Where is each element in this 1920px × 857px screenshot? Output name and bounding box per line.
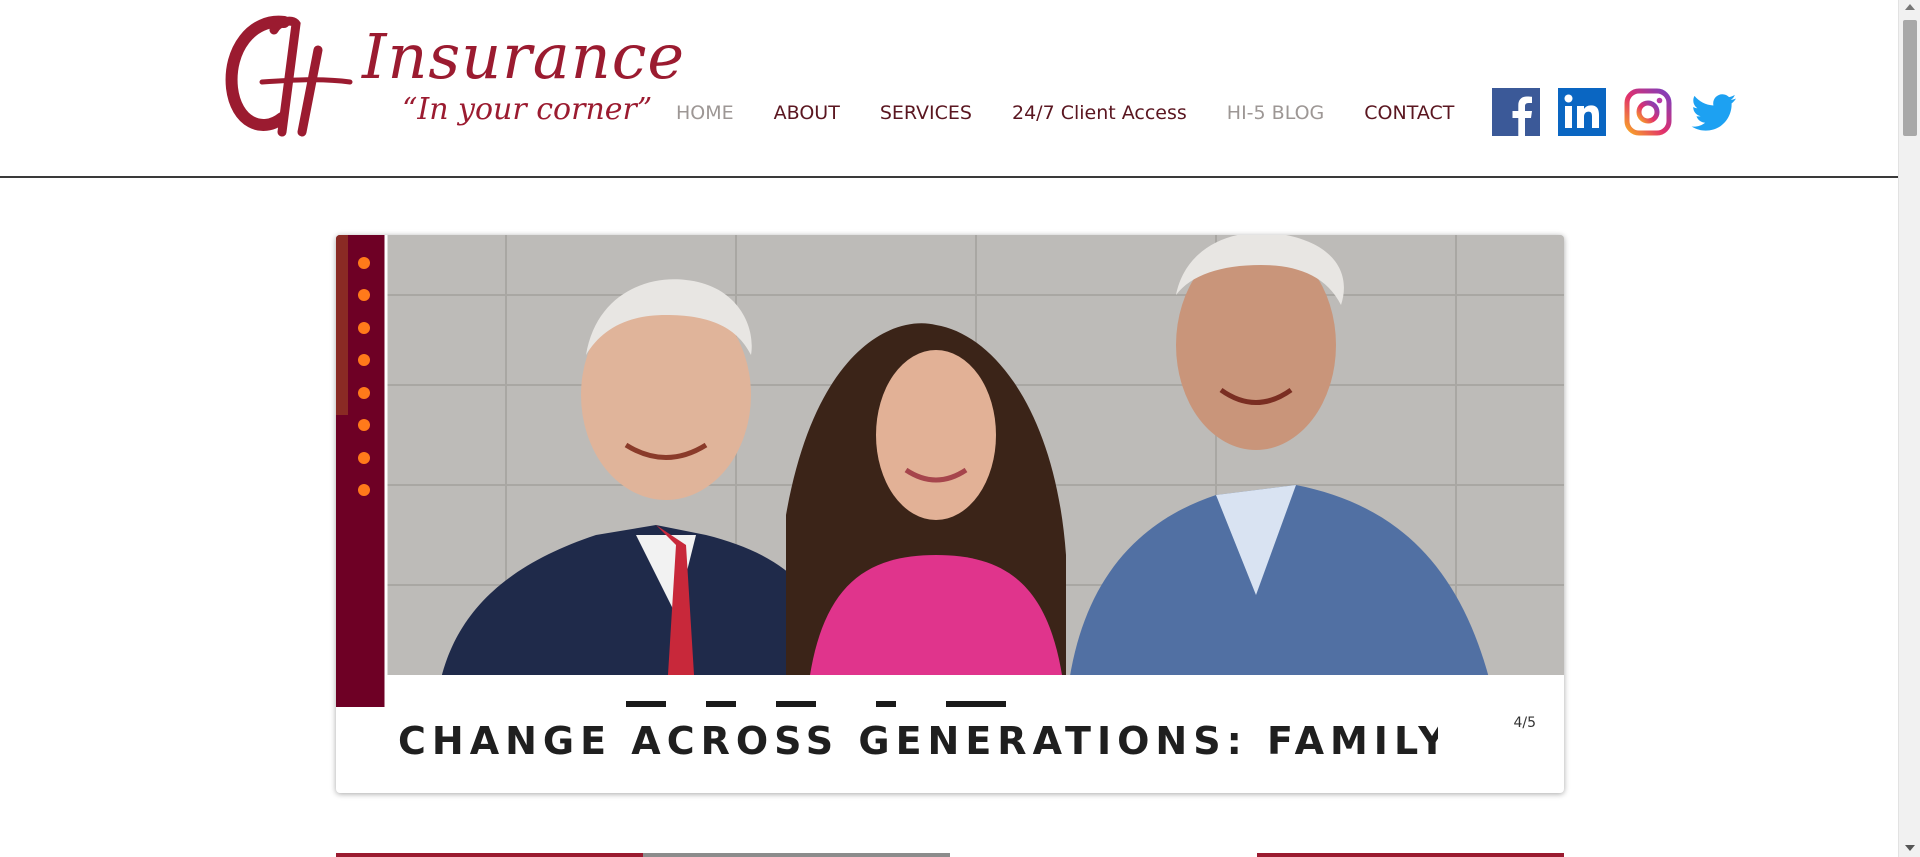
linkedin-icon[interactable] [1558, 88, 1606, 136]
brand-name: Insurance [362, 20, 686, 93]
brand-logo[interactable]: Insurance “In your corner” [222, 10, 684, 145]
site-header: Insurance “In your corner” HOME ABOUT SE… [0, 0, 1898, 178]
vertical-scrollbar[interactable] [1898, 0, 1920, 857]
twitter-icon[interactable] [1690, 88, 1738, 136]
facebook-icon[interactable] [1492, 88, 1540, 136]
strip-segment-maroon [336, 853, 643, 857]
scrollbar-thumb[interactable] [1903, 20, 1917, 136]
strip-segment-maroon-2 [1257, 853, 1564, 857]
nav-home[interactable]: HOME [676, 102, 734, 124]
nav-services[interactable]: SERVICES [880, 102, 972, 124]
nav-client-access[interactable]: 24/7 Client Access [1012, 102, 1187, 124]
nav-blog[interactable]: HI-5 BLOG [1227, 102, 1325, 124]
slide-photo[interactable] [336, 235, 1564, 707]
strip-segment-gray [643, 853, 950, 857]
nav-contact[interactable]: CONTACT [1364, 102, 1454, 124]
scroll-down-arrow-icon[interactable] [1905, 845, 1915, 851]
strip-segment-white [950, 853, 1257, 857]
ch-monogram-icon [225, 15, 353, 137]
slide-counter: 4/5 [1513, 715, 1536, 731]
scroll-up-arrow-icon[interactable] [1905, 4, 1915, 10]
slide-caption[interactable]: CHANGE ACROSS GENERATIONS: FAMILY-O… [398, 719, 1438, 763]
instagram-icon[interactable] [1624, 88, 1672, 136]
blog-slideshow-card[interactable]: CHANGE ACROSS GENERATIONS: FAMILY-O… 4/5 [336, 235, 1564, 793]
social-links [1492, 88, 1738, 136]
main-navigation: HOME ABOUT SERVICES 24/7 Client Access H… [676, 94, 1454, 132]
nav-about[interactable]: ABOUT [774, 102, 840, 124]
bottom-color-strip [336, 853, 1564, 857]
brand-tagline: “In your corner” [402, 92, 653, 127]
